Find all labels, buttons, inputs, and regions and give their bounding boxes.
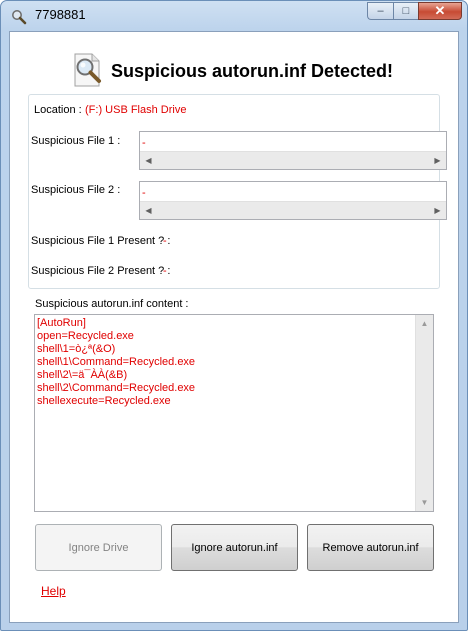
ignore-drive-button[interactable]: Ignore Drive bbox=[35, 524, 162, 571]
scroll-up-arrow-icon[interactable]: ▲ bbox=[416, 315, 433, 332]
magnifier-icon bbox=[12, 10, 27, 25]
maximize-button[interactable]: □ bbox=[393, 2, 418, 20]
content-line: open=Recycled.exe bbox=[37, 330, 134, 342]
ignore-autorun-button[interactable]: Ignore autorun.inf bbox=[171, 524, 298, 571]
content-line: shellexecute=Recycled.exe bbox=[37, 395, 171, 407]
window-title: 7798881 bbox=[35, 7, 86, 22]
content-line: shell\2\=ä¯ÀÀ(&B) bbox=[37, 369, 128, 381]
title-bar[interactable]: 7798881 – □ ✕ bbox=[1, 1, 467, 31]
details-group: Location : (F:) USB Flash Drive Suspicio… bbox=[28, 94, 447, 289]
content-line: [AutoRun] bbox=[37, 317, 86, 329]
close-button[interactable]: ✕ bbox=[418, 2, 462, 20]
file2-present-label: Suspicious File 2 Present ? : bbox=[31, 265, 171, 277]
file1-present-label: Suspicious File 1 Present ? : bbox=[31, 235, 171, 247]
file2-present-value: - bbox=[163, 265, 167, 277]
autorun-content-textarea[interactable]: [AutoRun] open=Recycled.exe shell\1=ò¿ª(… bbox=[34, 314, 434, 512]
scroll-right-arrow-icon[interactable]: ▶ bbox=[429, 152, 446, 169]
minimize-button[interactable]: – bbox=[367, 2, 393, 20]
scroll-left-arrow-icon[interactable]: ◀ bbox=[140, 202, 157, 219]
location-label: Location : bbox=[34, 104, 82, 116]
content-vscrollbar[interactable]: ▲ ▼ bbox=[415, 315, 433, 511]
file2-value: - bbox=[142, 187, 146, 199]
dialog-body: Suspicious autorun.inf Detected! Locatio… bbox=[9, 31, 459, 623]
content-line: shell\2\Command=Recycled.exe bbox=[37, 382, 196, 394]
magnifier-document-icon bbox=[74, 53, 101, 87]
page-title: Suspicious autorun.inf Detected! bbox=[111, 61, 394, 81]
file2-label: Suspicious File 2 : bbox=[31, 184, 121, 196]
file1-label: Suspicious File 1 : bbox=[31, 135, 121, 147]
content-line: shell\1\Command=Recycled.exe bbox=[37, 356, 196, 368]
autorun-content-lines: [AutoRun] open=Recycled.exe shell\1=ò¿ª(… bbox=[37, 317, 195, 408]
caption-buttons: – □ ✕ bbox=[367, 2, 462, 21]
scroll-left-arrow-icon[interactable]: ◀ bbox=[140, 152, 157, 169]
scroll-right-arrow-icon[interactable]: ▶ bbox=[429, 202, 446, 219]
file1-field[interactable]: - ◀ ▶ bbox=[139, 131, 447, 170]
file1-present-value: - bbox=[163, 235, 167, 247]
scroll-down-arrow-icon[interactable]: ▼ bbox=[416, 494, 433, 511]
content-line: shell\1=ò¿ª(&O) bbox=[37, 343, 116, 355]
file1-value: - bbox=[142, 137, 146, 149]
help-link[interactable]: Help bbox=[41, 584, 66, 598]
location-value: (F:) USB Flash Drive bbox=[85, 104, 187, 116]
file2-field[interactable]: - ◀ ▶ bbox=[139, 181, 447, 220]
remove-autorun-button[interactable]: Remove autorun.inf bbox=[307, 524, 434, 571]
file1-hscrollbar[interactable]: ◀ ▶ bbox=[140, 151, 446, 169]
file2-hscrollbar[interactable]: ◀ ▶ bbox=[140, 201, 446, 219]
content-label: Suspicious autorun.inf content : bbox=[35, 298, 189, 310]
app-window: 7798881 – □ ✕ Suspicious autorun.inf Det… bbox=[0, 0, 468, 631]
